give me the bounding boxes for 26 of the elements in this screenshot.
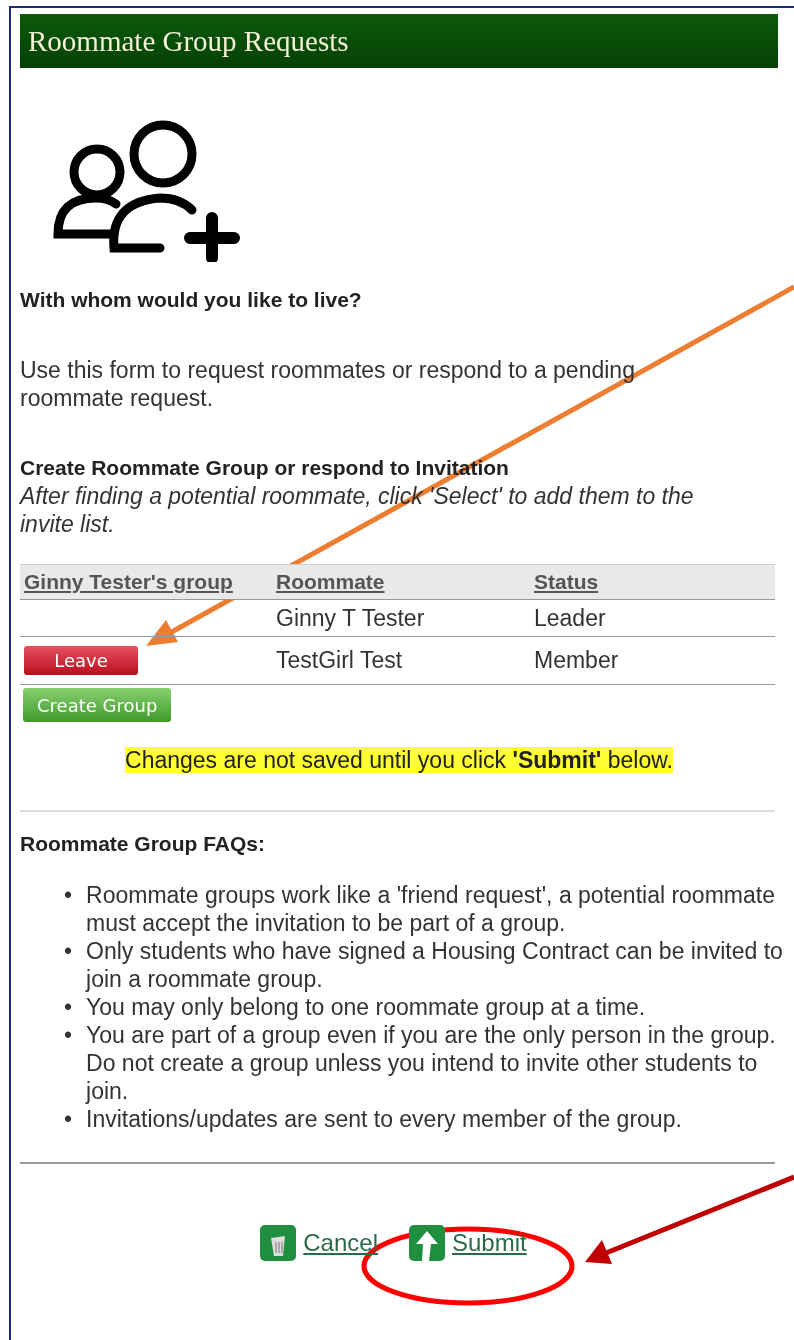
bullet: • [64,1021,73,1050]
bullet: • [64,993,73,1021]
table-cell: TestGirl Test [272,636,530,685]
faq-item: Invitations/updates are sent to every member of the group. [86,1105,682,1133]
trash-icon [259,1224,298,1262]
column-header[interactable]: Status [530,564,775,600]
page-title: Roommate Group Requests [28,24,349,58]
table-cell: Member [530,636,775,685]
bullet: • [64,937,73,966]
question-heading: With whom would you like to live? [20,287,363,313]
leave-button[interactable]: Leave [24,646,138,675]
column-header[interactable]: Ginny Tester's group [20,564,272,600]
faq-item: You may only belong to one roommate group at a time. [86,993,646,1021]
faq-item: You are part of a group even if you are the only person in the group. Do not create a group unless you intend to invite other students to join. [86,1021,777,1105]
column-header[interactable]: Roommate [272,564,530,600]
submit-link[interactable]: Submit [408,1224,527,1262]
cancel-link[interactable]: Cancel [259,1224,378,1262]
bullet: • [64,881,73,910]
intro-text: Use this form to request roommates or respond to a pending roommate request. [20,356,636,412]
table-cell: Ginny T Tester [272,599,530,637]
faq-heading: Roommate Group FAQs: [20,831,267,857]
faq-item: Roommate groups work like a 'friend request', a potential roommate must accept the invitation to be part of a group. [86,881,776,937]
notice-text: Changes are not saved until you click 'Submit' below. [125,747,673,773]
faq-item: Only students who have signed a Housing Contract can be invited to join a roommate group. [86,937,784,993]
bullet: • [64,1105,73,1133]
table-cell: Leader [530,599,775,637]
